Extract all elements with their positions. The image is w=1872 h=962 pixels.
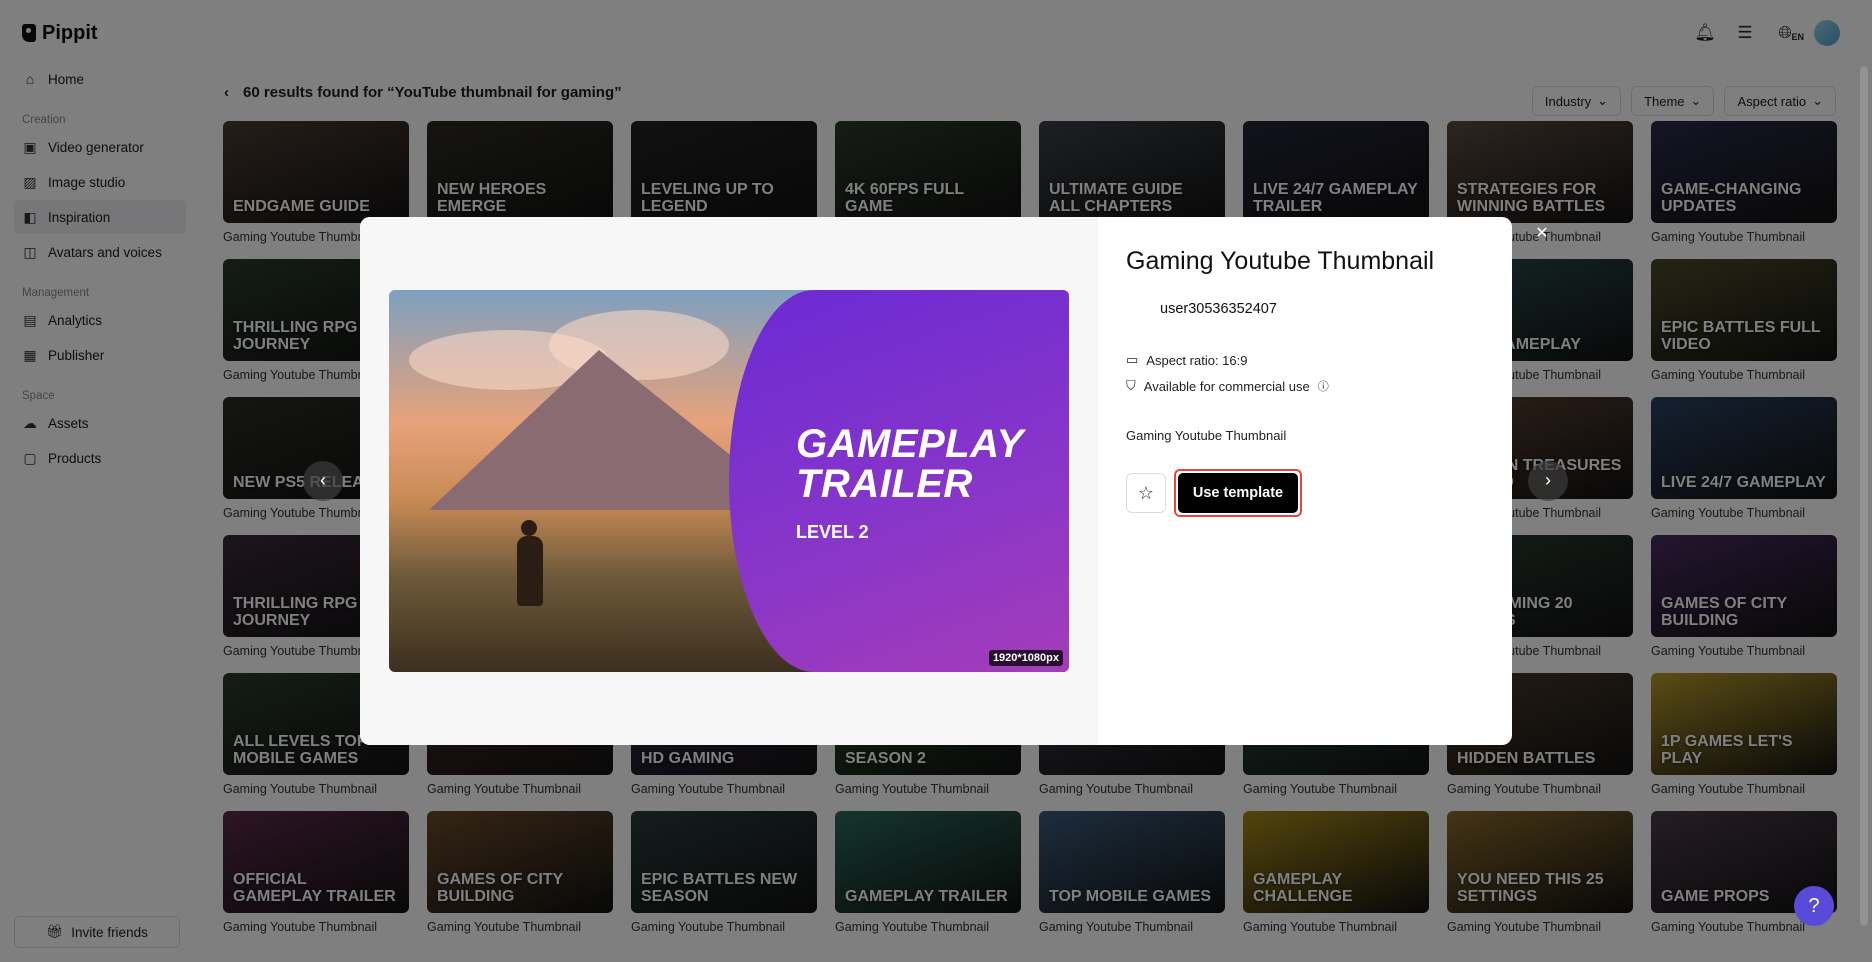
rider-figure bbox=[517, 520, 543, 606]
template-meta: ▭ Aspect ratio: 16:9 ⛉ Available for com… bbox=[1126, 352, 1484, 394]
modal-info-panel: Gaming Youtube Thumbnail user30536352407… bbox=[1098, 217, 1512, 745]
aspect-ratio-text: Aspect ratio: 16:9 bbox=[1146, 352, 1248, 368]
shield-check-icon: ⛉ bbox=[1126, 378, 1136, 393]
prev-arrow-icon[interactable]: ‹ bbox=[303, 461, 343, 501]
next-arrow-icon[interactable]: › bbox=[1528, 461, 1568, 501]
author-avatar bbox=[1126, 296, 1152, 322]
template-description: Gaming Youtube Thumbnail bbox=[1126, 428, 1287, 443]
aspect-ratio-row: ▭ Aspect ratio: 16:9 bbox=[1126, 352, 1484, 368]
close-modal-icon[interactable]: ✕ bbox=[1530, 222, 1554, 246]
preview-dimensions-badge: 1920*1080px bbox=[988, 650, 1063, 666]
favorite-star-button[interactable]: ☆ bbox=[1126, 473, 1166, 513]
modal-actions: ☆ Use template bbox=[1126, 469, 1484, 517]
template-title: Gaming Youtube Thumbnail bbox=[1126, 247, 1435, 275]
help-button[interactable]: ? bbox=[1794, 886, 1834, 926]
aspect-ratio-icon: ▭ bbox=[1126, 352, 1139, 367]
commercial-use-row: ⛉ Available for commercial use ⓘ bbox=[1126, 378, 1484, 394]
modal-preview-panel: GAMEPLAY TRAILER LEVEL 2 1920*1080px bbox=[360, 217, 1098, 745]
use-template-highlight: Use template bbox=[1174, 469, 1302, 517]
template-preview-image: GAMEPLAY TRAILER LEVEL 2 1920*1080px bbox=[389, 290, 1069, 672]
preview-headline: GAMEPLAY TRAILER bbox=[796, 422, 1023, 506]
use-template-button[interactable]: Use template bbox=[1178, 473, 1298, 513]
template-author[interactable]: user30536352407 bbox=[1126, 296, 1484, 322]
preview-subline: LEVEL 2 bbox=[796, 522, 869, 542]
author-username: user30536352407 bbox=[1160, 301, 1277, 317]
info-icon[interactable]: ⓘ bbox=[1318, 378, 1329, 394]
page-scrollbar[interactable] bbox=[1860, 66, 1868, 926]
commercial-use-text: Available for commercial use bbox=[1143, 378, 1310, 394]
template-detail-modal: GAMEPLAY TRAILER LEVEL 2 1920*1080px Gam… bbox=[360, 217, 1512, 745]
